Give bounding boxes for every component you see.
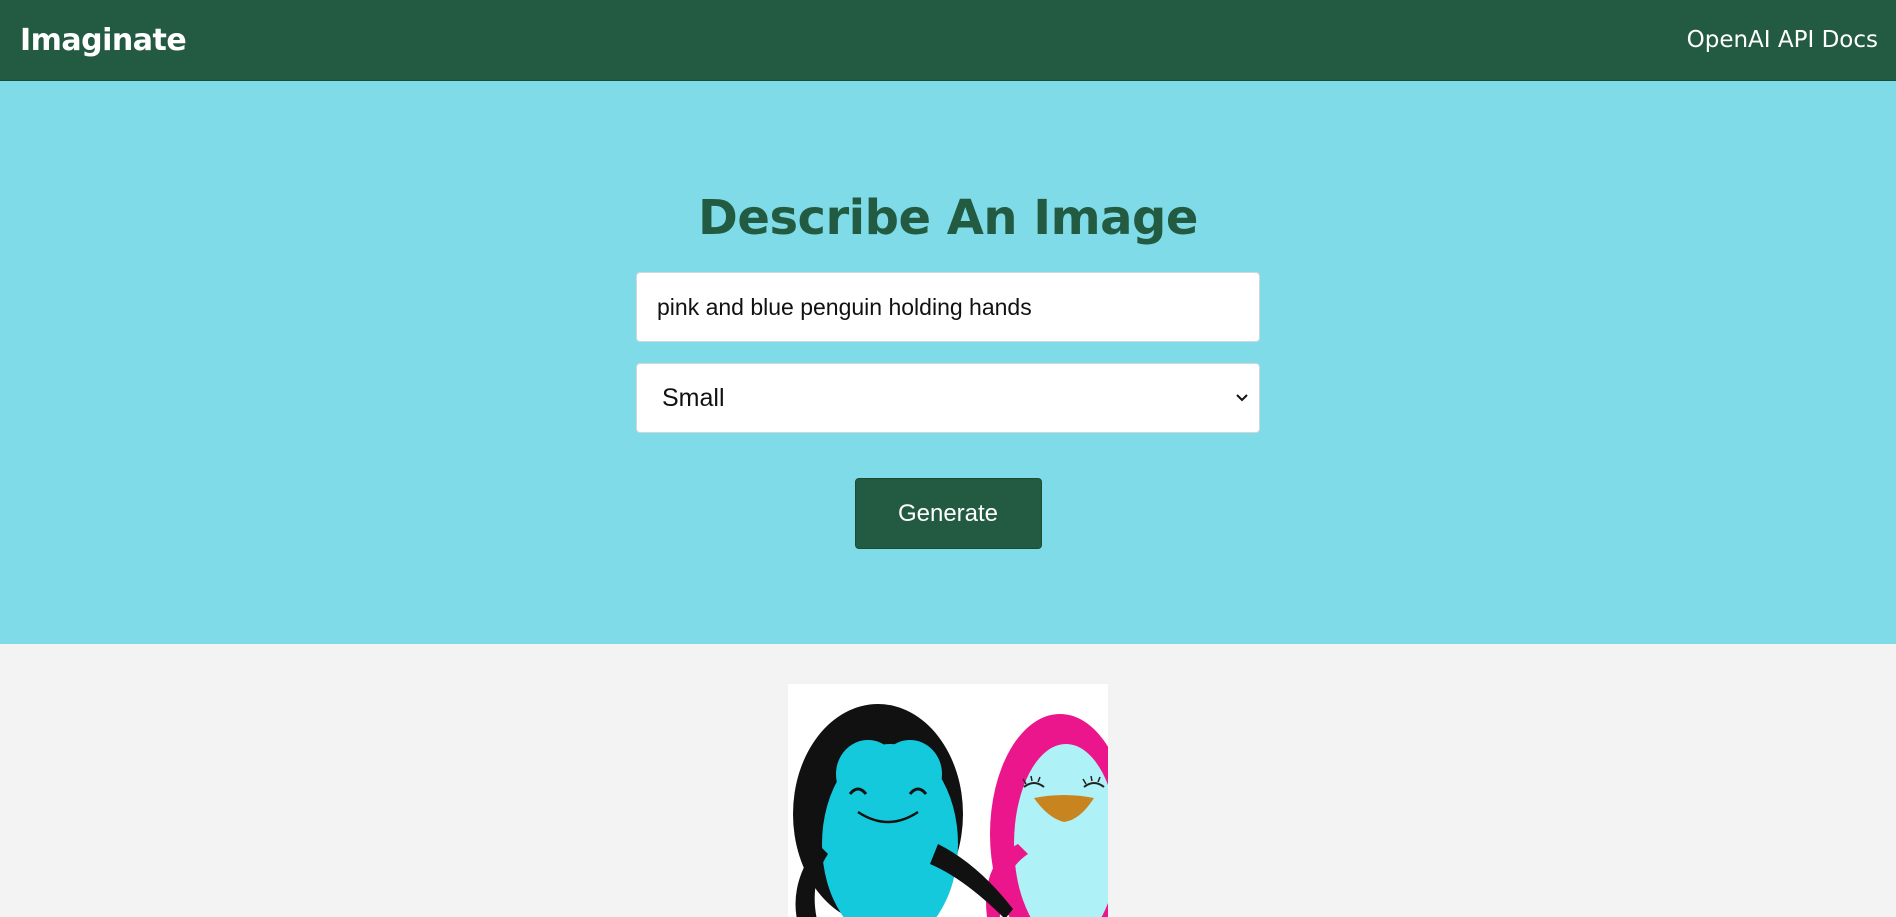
chevron-down-icon: [1233, 389, 1251, 407]
size-select[interactable]: Small: [636, 363, 1260, 433]
results-section: [0, 644, 1896, 917]
app-logo[interactable]: Imaginate: [20, 23, 187, 58]
top-navbar: Imaginate OpenAI API Docs: [0, 0, 1896, 81]
penguins-image-icon: [788, 684, 1108, 917]
prompt-input[interactable]: [657, 293, 1239, 321]
size-select-value: Small: [662, 383, 725, 412]
generate-button[interactable]: Generate: [854, 478, 1042, 549]
prompt-section: Describe An Image Small Generate: [0, 81, 1896, 644]
openai-api-docs-link[interactable]: OpenAI API Docs: [1687, 27, 1878, 53]
prompt-field[interactable]: [636, 272, 1260, 342]
page-title: Describe An Image: [698, 190, 1198, 246]
generated-image: [788, 684, 1108, 917]
